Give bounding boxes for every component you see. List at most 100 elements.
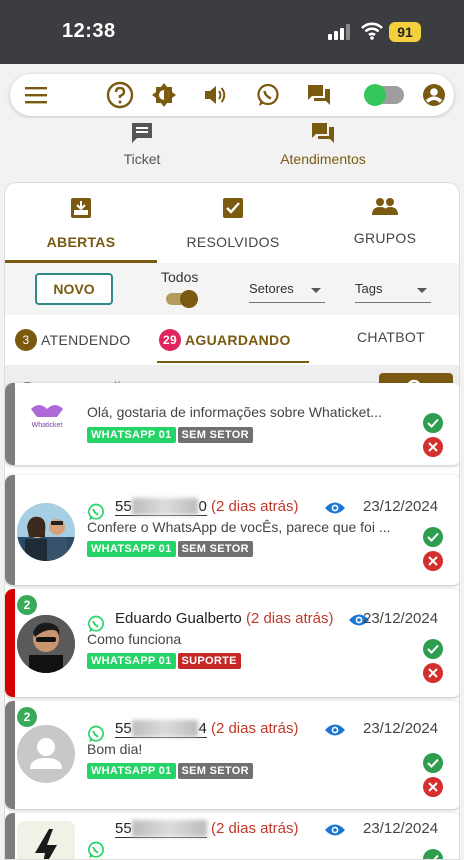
lightning-icon [35,829,57,859]
ticket-age: (2 dias atrás) [210,498,299,515]
group-icon [372,198,398,215]
tickets-panel: ABERTAS RESOLVIDOS GRUPOS NOVO Todos Set… [4,182,460,860]
app-toolbar [10,74,454,116]
tag-sector: SEM SETOR [177,427,253,443]
whaticket-logo: Whaticket [31,405,63,429]
help-icon[interactable] [106,81,134,109]
tag-connection: WHATSAPP 01 [87,427,176,443]
ticket-age: (2 dias atrás) [210,720,299,737]
ticket-status-bar [5,701,15,809]
tab-ticket-label: Ticket [123,151,161,167]
ticket-item[interactable]: 55000000000 (2 dias atrás) 23/12/2024 [5,813,459,859]
accept-icon[interactable] [423,527,443,547]
logo-text: Whaticket [32,422,63,429]
online-toggle[interactable] [364,84,404,106]
forum-icon[interactable] [305,81,333,109]
eye-icon[interactable] [325,823,345,837]
queue-tabs: 3 ATENDENDO 29 AGUARDANDO CHATBOT [5,315,459,365]
unread-count-badge: 2 [17,707,37,727]
tab-atendendo[interactable]: 3 ATENDENDO [15,329,131,351]
tab-chatbot-label: CHATBOT [357,329,425,345]
brightness-icon[interactable] [150,81,178,109]
ticket-last-message: Olá, gostaria de informações sobre Whati… [87,404,382,420]
chat-bubbles-icon [312,123,334,143]
menu-icon[interactable] [22,81,50,109]
os-status-bar: 12:38 91 [0,0,464,64]
accept-icon[interactable] [423,639,443,659]
ticket-contact: 55000000000 (2 dias atrás) [115,498,299,516]
tab-aguardando-label: AGUARDANDO [185,332,291,348]
tab-grupos-label: GRUPOS [353,230,417,246]
ticket-item[interactable]: 2 55000000004 (2 dias atrás) 23/12/2024 … [5,701,459,809]
tag-connection: WHATSAPP 01 [87,653,176,669]
ticket-contact: Eduardo Gualberto (2 dias atrás) [115,610,333,627]
accept-icon[interactable] [423,753,443,773]
ticket-item[interactable]: 55000000000 (2 dias atrás) 23/12/2024 Co… [5,475,459,585]
person-icon [30,738,62,769]
tags-select[interactable]: Tags [355,281,431,303]
cellular-signal-icon [328,24,350,40]
tab-atendendo-label: ATENDENDO [41,332,131,348]
eye-icon[interactable] [325,723,345,737]
tab-grupos[interactable]: GRUPOS [309,197,459,246]
new-ticket-button[interactable]: NOVO [35,273,113,305]
tab-abertas[interactable]: ABERTAS [5,197,157,250]
ticket-date: 23/12/2024 [363,498,439,515]
battery-indicator: 91 [389,22,421,42]
close-icon[interactable] [423,777,443,797]
volume-icon[interactable] [202,81,230,109]
wifi-icon [361,22,383,40]
ticket-status-bar [5,813,15,859]
tab-chatbot[interactable]: CHATBOT [357,329,425,345]
ticket-tags: WHATSAPP 01 SUPORTE [87,653,241,669]
contact-name: 55000000004 [115,720,207,738]
ticket-date: 23/12/2024 [363,820,439,837]
contact-name: 55000000000 [115,820,207,838]
close-icon[interactable] [423,437,443,457]
contact-number-suffix: 4 [198,720,207,737]
ticket-message-icon [132,123,152,143]
show-all-toggle[interactable] [166,290,198,308]
tag-connection: WHATSAPP 01 [87,763,176,779]
contact-number-prefix: 55 [115,820,132,837]
ticket-age: (2 dias atrás) [245,610,334,627]
whatsapp-icon[interactable] [254,81,282,109]
close-icon[interactable] [423,551,443,571]
avatar: Whaticket [17,399,77,435]
close-icon[interactable] [423,663,443,683]
whatsapp-icon [88,841,104,859]
show-all-label: Todos [161,269,199,285]
clock: 12:38 [62,20,116,42]
avatar [17,615,75,673]
ticket-status-bar [5,383,15,465]
sectors-select[interactable]: Setores [249,281,325,303]
count-badge: 29 [159,329,181,351]
tab-resolvidos[interactable]: RESOLVIDOS [157,197,309,250]
tab-atendimentos[interactable]: Atendimentos [268,122,378,167]
avatar [17,725,75,783]
redacted-number: 00000000 [131,498,199,515]
active-queue-indicator [157,361,309,363]
tag-connection: WHATSAPP 01 [87,541,176,557]
chevron-down-icon [417,288,427,293]
accept-icon[interactable] [423,413,443,433]
redacted-number: 00000000 [131,720,199,737]
filter-bar: NOVO Todos Setores Tags [5,263,459,315]
tag-sector: SEM SETOR [177,541,253,557]
unread-count-badge: 2 [17,595,37,615]
ticket-last-message: Bom dia! [87,741,143,757]
ticket-tags: WHATSAPP 01 SEM SETOR [87,541,253,557]
checkbox-icon [223,198,243,218]
count-badge: 3 [15,329,37,351]
ticket-tags: WHATSAPP 01 SEM SETOR [87,763,253,779]
eye-icon[interactable] [325,501,345,515]
tab-ticket[interactable]: Ticket [112,122,172,167]
tab-aguardando[interactable]: 29 AGUARDANDO [159,329,291,351]
ticket-tags: WHATSAPP 01 SEM SETOR [87,427,253,443]
accept-icon[interactable] [423,849,443,859]
tag-sector: SUPORTE [177,653,241,669]
ticket-item[interactable]: Whaticket Olá, gostaria de informações s… [5,383,459,465]
account-circle-icon[interactable] [420,81,448,109]
ticket-item[interactable]: 2 Eduardo Gualberto (2 dias atrás) 23/12… [5,589,459,697]
redacted-number: 000000000 [131,820,207,837]
